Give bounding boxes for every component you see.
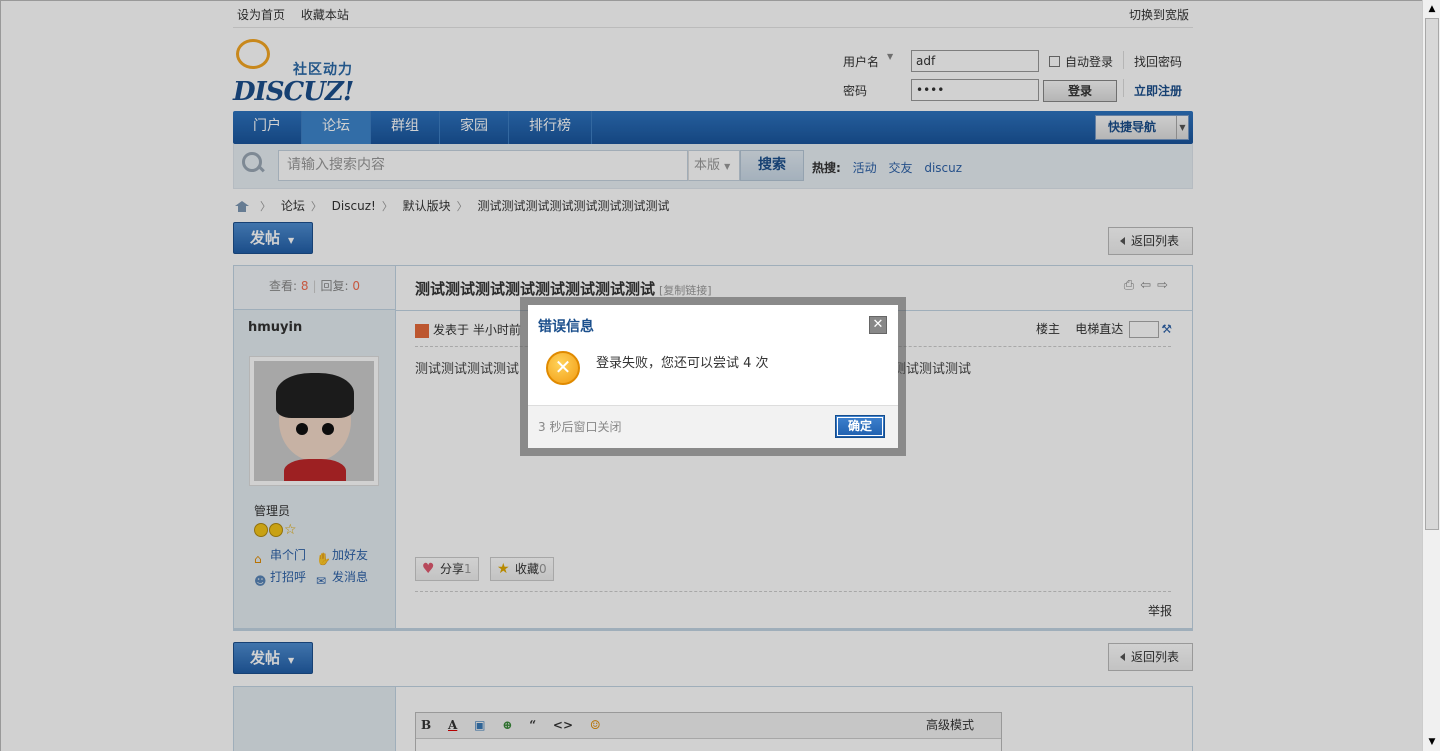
dialog-footer: 3 秒后窗口关闭 确定 [528, 405, 898, 448]
vertical-scrollbar[interactable]: ▲ ▼ [1422, 0, 1440, 751]
scroll-down-icon[interactable]: ▼ [1425, 735, 1439, 749]
scrollbar-thumb[interactable] [1425, 18, 1439, 530]
error-icon: ✕ [546, 351, 580, 385]
close-icon[interactable]: ✕ [869, 316, 887, 334]
dialog-message: 登录失败，您还可以尝试 4 次 [596, 356, 769, 371]
error-dialog: 错误信息 ✕ ✕ 登录失败，您还可以尝试 4 次 3 秒后窗口关闭 确定 [528, 305, 898, 448]
browser-viewport: 设为首页 收藏本站 切换到宽版 社区动力 DISCUZ! 用户名 ▼ 自动登录 … [0, 0, 1422, 751]
dialog-timer: 3 秒后窗口关闭 [538, 420, 622, 434]
ok-button[interactable]: 确定 [835, 415, 885, 438]
error-dialog-frame: 错误信息 ✕ ✕ 登录失败，您还可以尝试 4 次 3 秒后窗口关闭 确定 [520, 297, 906, 456]
dialog-title: 错误信息 [538, 319, 594, 335]
scroll-up-icon[interactable]: ▲ [1425, 2, 1439, 16]
